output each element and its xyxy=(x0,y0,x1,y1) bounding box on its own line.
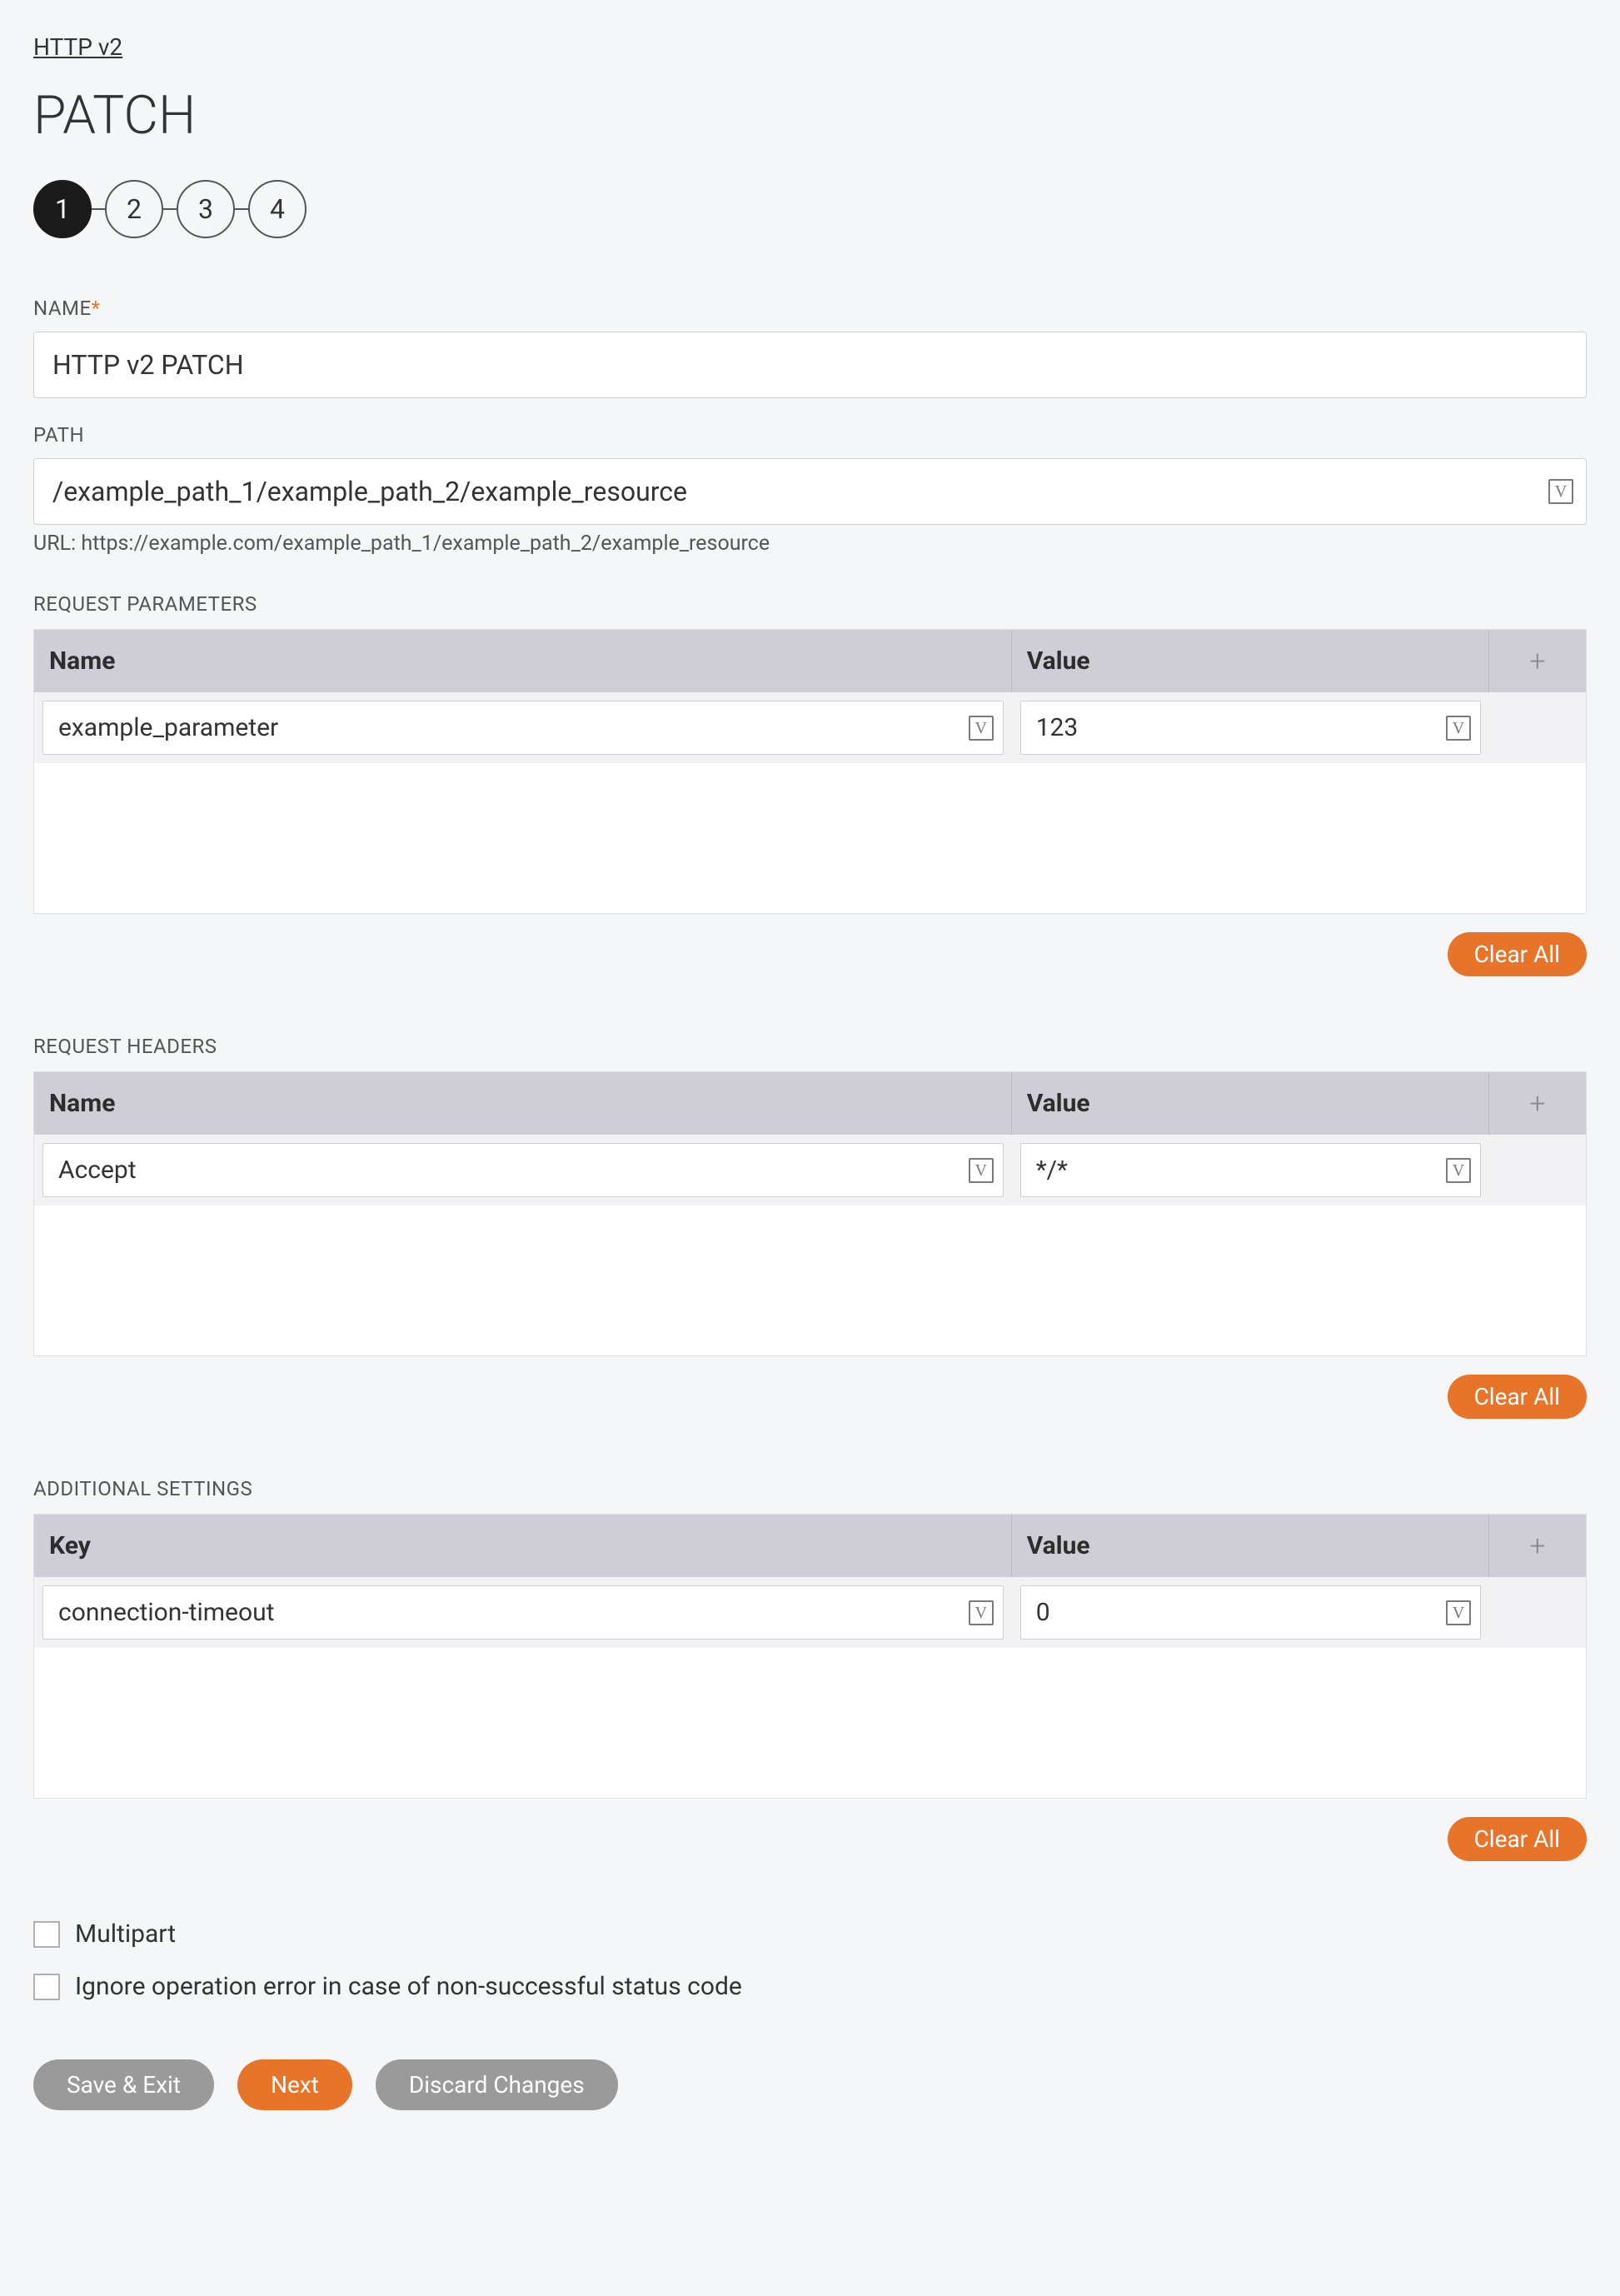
step-connector xyxy=(235,208,248,210)
request-parameters-label: REQUEST PARAMETERS xyxy=(33,592,1587,616)
add-setting-button[interactable]: + xyxy=(1489,1515,1586,1577)
step-2[interactable]: 2 xyxy=(105,180,163,238)
next-button[interactable]: Next xyxy=(237,2059,352,2110)
step-connector xyxy=(92,208,105,210)
discard-changes-button[interactable]: Discard Changes xyxy=(376,2059,618,2110)
table-row: V V xyxy=(34,1135,1586,1205)
table-row: V V xyxy=(34,1577,1586,1648)
save-exit-button[interactable]: Save & Exit xyxy=(33,2059,214,2110)
path-helper-url: https://example.com/example_path_1/examp… xyxy=(81,532,770,556)
parameter-value-input[interactable] xyxy=(1020,701,1481,755)
add-header-button[interactable]: + xyxy=(1489,1072,1586,1135)
variable-icon[interactable]: V xyxy=(1446,716,1471,741)
variable-icon[interactable]: V xyxy=(1548,479,1573,504)
step-1[interactable]: 1 xyxy=(33,180,92,238)
variable-icon[interactable]: V xyxy=(1446,1158,1471,1183)
request-headers-table: Name Value + V V xyxy=(33,1071,1587,1356)
row-spacer xyxy=(1489,701,1586,755)
variable-icon[interactable]: V xyxy=(1446,1600,1471,1625)
col-header-value: Value xyxy=(1012,630,1489,692)
row-spacer xyxy=(1489,1143,1586,1197)
path-helper-prefix: URL: xyxy=(33,532,81,556)
setting-key-input[interactable] xyxy=(42,1585,1004,1640)
plus-icon: + xyxy=(1529,1087,1545,1121)
clear-all-headers-button[interactable]: Clear All xyxy=(1448,1375,1587,1419)
ignore-error-checkbox[interactable] xyxy=(33,1974,60,2000)
clear-all-settings-button[interactable]: Clear All xyxy=(1448,1817,1587,1861)
multipart-label: Multipart xyxy=(75,1919,176,1949)
variable-icon[interactable]: V xyxy=(969,1600,994,1625)
path-input[interactable] xyxy=(33,458,1587,525)
step-3[interactable]: 3 xyxy=(177,180,235,238)
name-label: NAME* xyxy=(33,297,1587,320)
plus-icon: + xyxy=(1529,645,1545,678)
table-empty-area xyxy=(34,1648,1586,1798)
step-connector xyxy=(163,208,177,210)
request-parameters-table: Name Value + V V xyxy=(33,629,1587,914)
plus-icon: + xyxy=(1529,1530,1545,1563)
table-empty-area xyxy=(34,763,1586,913)
variable-icon[interactable]: V xyxy=(969,1158,994,1183)
col-header-name: Name xyxy=(34,1072,1012,1135)
required-marker: * xyxy=(92,297,101,320)
col-header-value: Value xyxy=(1012,1072,1489,1135)
col-header-key: Key xyxy=(34,1515,1012,1577)
clear-all-parameters-button[interactable]: Clear All xyxy=(1448,932,1587,976)
parameter-name-input[interactable] xyxy=(42,701,1004,755)
multipart-checkbox[interactable] xyxy=(33,1921,60,1948)
request-headers-label: REQUEST HEADERS xyxy=(33,1035,1587,1058)
row-spacer xyxy=(1489,1585,1586,1640)
col-header-name: Name xyxy=(34,630,1012,692)
additional-settings-label: ADDITIONAL SETTINGS xyxy=(33,1477,1587,1500)
step-4[interactable]: 4 xyxy=(248,180,307,238)
breadcrumb-http-v2[interactable]: HTTP v2 xyxy=(33,33,122,61)
page-title: PATCH xyxy=(33,84,1587,147)
stepper: 1 2 3 4 xyxy=(33,180,1587,238)
header-name-input[interactable] xyxy=(42,1143,1004,1197)
additional-settings-table: Key Value + V V xyxy=(33,1514,1587,1799)
add-parameter-button[interactable]: + xyxy=(1489,630,1586,692)
table-empty-area xyxy=(34,1205,1586,1355)
name-input[interactable] xyxy=(33,332,1587,398)
col-header-value: Value xyxy=(1012,1515,1489,1577)
ignore-error-label: Ignore operation error in case of non-su… xyxy=(75,1972,742,2001)
variable-icon[interactable]: V xyxy=(969,716,994,741)
setting-value-input[interactable] xyxy=(1020,1585,1481,1640)
header-value-input[interactable] xyxy=(1020,1143,1481,1197)
path-label: PATH xyxy=(33,423,1587,447)
name-label-text: NAME xyxy=(33,297,92,320)
table-row: V V xyxy=(34,692,1586,763)
path-helper-text: URL: https://example.com/example_path_1/… xyxy=(33,532,1587,556)
